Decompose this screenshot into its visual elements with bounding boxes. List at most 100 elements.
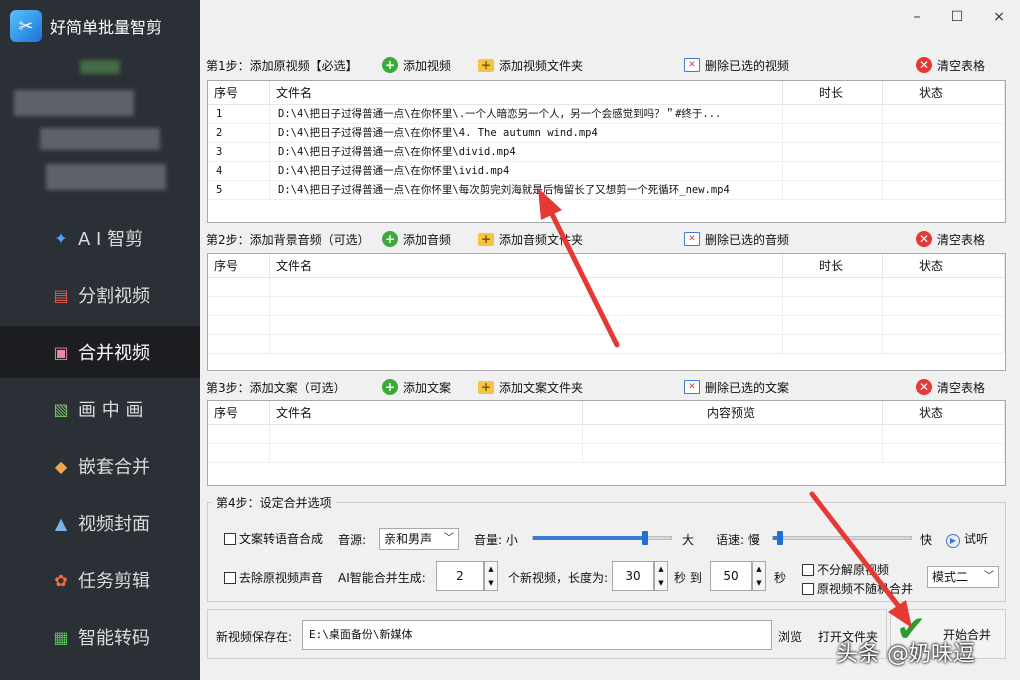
sidebar-item-label: 合并视频 <box>78 343 150 364</box>
delete-selected-video-button[interactable]: ✕ 删除已选的视频 <box>680 54 793 76</box>
table-row[interactable]: 4 D:\4\把日子过得普通一点\在你怀里\ivid.mp4 <box>208 161 1005 181</box>
sidebar-item-merge-video[interactable]: ▣ 合并视频 <box>0 326 200 378</box>
plus-icon: + <box>382 379 398 395</box>
add-video-button[interactable]: + 添加视频 <box>378 54 455 76</box>
table-row <box>208 315 1005 335</box>
sidebar-item-split-video[interactable]: ▤ 分割视频 <box>0 269 200 321</box>
delete-selected-copy-button[interactable]: ✕ 删除已选的文案 <box>680 376 793 398</box>
no-random-label: 原视频不随机合并 <box>817 582 914 596</box>
browse-button[interactable]: 浏览 <box>778 628 802 645</box>
volume-slider[interactable] <box>532 531 672 545</box>
sidebar-item-ai-cut[interactable]: ✦ A I 智剪 <box>0 212 200 264</box>
row-filename: D:\4\把日子过得普通一点\在你怀里\ivid.mp4 <box>270 161 783 181</box>
row-duration <box>783 142 883 162</box>
length-min-stepper[interactable]: ▲ ▼ <box>654 561 668 591</box>
sidebar-item-picture-in-picture[interactable]: ▧ 画 中 画 <box>0 383 200 435</box>
add-audio-button[interactable]: + 添加音频 <box>378 228 455 250</box>
row-filename: D:\4\把日子过得普通一点\在你怀里\每次剪完刘海就是后悔留长了又想剪一个死循… <box>270 180 783 200</box>
add-audio-folder-button[interactable]: + 添加音频文件夹 <box>474 228 587 250</box>
blurred-user-area <box>46 164 166 190</box>
tts-checkbox[interactable]: 文案转语音合成 <box>224 530 323 547</box>
nested-merge-icon: ◆ <box>54 456 68 476</box>
clear-icon: ✕ <box>916 231 932 247</box>
row-status <box>883 123 1005 143</box>
table-row <box>208 296 1005 316</box>
table-row[interactable]: 2 D:\4\把日子过得普通一点\在你怀里\4. The autumn wind.… <box>208 123 1005 143</box>
row-no: 4 <box>208 161 270 181</box>
add-copy-folder-button[interactable]: + 添加文案文件夹 <box>474 376 587 398</box>
speed-max-label: 快 <box>920 533 933 547</box>
col-header-status: 状态 <box>883 254 1005 278</box>
up-arrow-icon: ▲ <box>658 565 664 573</box>
slider-thumb[interactable] <box>642 531 648 545</box>
voice-select[interactable]: 亲和男声 ﹀ <box>379 528 459 550</box>
row-filename: D:\4\把日子过得普通一点\在你怀里\4. The autumn wind.m… <box>270 123 783 143</box>
no-random-checkbox[interactable]: 原视频不随机合并 <box>802 580 913 597</box>
ai-gen-label: AI智能合并生成: <box>338 571 426 585</box>
table-row[interactable]: 3 D:\4\把日子过得普通一点\在你怀里\divid.mp4 <box>208 142 1005 162</box>
delete-window-icon: ✕ <box>684 380 700 394</box>
checkbox-box <box>802 564 814 576</box>
length-max-stepper[interactable]: ▲ ▼ <box>752 561 766 591</box>
folder-add-icon: + <box>478 380 494 394</box>
chevron-down-icon: ﹀ <box>444 533 454 544</box>
folder-add-icon: + <box>478 58 494 72</box>
step2-label: 第2步：添加背景音频（可选） <box>206 232 370 247</box>
add-copy-button[interactable]: + 添加文案 <box>378 376 455 398</box>
add-audio-label: 添加音频 <box>403 232 452 247</box>
split-video-icon: ▤ <box>53 285 69 305</box>
row-status <box>883 104 1005 124</box>
new-video-label: 个新视频，长度为: <box>508 571 609 585</box>
clear-table-label: 清空表格 <box>937 58 986 73</box>
add-video-folder-button[interactable]: + 添加视频文件夹 <box>474 54 587 76</box>
length-max-input[interactable]: 50 <box>710 561 752 591</box>
table-row[interactable]: 1 D:\4\把日子过得普通一点\在你怀里\.一个人暗恋另一个人，另一个会感觉到吗… <box>208 104 1005 124</box>
blurred-user-area <box>40 128 160 150</box>
voice-value: 亲和男声 <box>384 532 433 546</box>
step3-toolbar: 第3步：添加文案（可选） <box>206 375 1006 399</box>
sidebar-item-label: 视频封面 <box>78 514 150 535</box>
maximize-button[interactable]: ☐ <box>946 6 968 28</box>
no-decompose-checkbox[interactable]: 不分解原视频 <box>802 561 889 578</box>
clear-table-label: 清空表格 <box>937 232 986 247</box>
mode-select[interactable]: 模式二 ﹀ <box>927 566 999 588</box>
col-header-preview: 内容预览 <box>583 401 883 425</box>
ai-gen-stepper[interactable]: ▲ ▼ <box>484 561 498 591</box>
delete-window-icon: ✕ <box>684 232 700 246</box>
tts-label: 文案转语音合成 <box>239 532 324 546</box>
clear-table-button-2[interactable]: ✕ 清空表格 <box>912 228 989 250</box>
copy-table: 序号 文件名 内容预览 状态 <box>207 400 1006 486</box>
voice-label: 音源: <box>338 533 367 547</box>
watermark: 头条 @奶味逗 <box>836 642 975 667</box>
sidebar-item-video-cover[interactable]: ▲ 视频封面 <box>0 497 200 549</box>
row-duration <box>783 123 883 143</box>
clear-table-button-3[interactable]: ✕ 清空表格 <box>912 376 989 398</box>
video-table: 序号 文件名 时长 状态 1 D:\4\把日子过得普通一点\在你怀里\.一个人暗恋… <box>207 80 1006 223</box>
table-header: 序号 文件名 时长 状态 <box>208 81 1005 105</box>
clear-table-button-1[interactable]: ✕ 清空表格 <box>912 54 989 76</box>
save-path-input[interactable]: E:\桌面备份\新媒体 <box>302 620 772 650</box>
row-no: 1 <box>208 104 270 124</box>
minimize-button[interactable]: – <box>906 6 928 28</box>
delete-selected-audio-label: 删除已选的音频 <box>705 232 790 247</box>
sidebar-item-nested-merge[interactable]: ◆ 嵌套合并 <box>0 440 200 492</box>
volume-label: 音量: 小 <box>474 533 518 547</box>
sidebar-item-smart-transcode[interactable]: ▦ 智能转码 <box>0 611 200 663</box>
sidebar-item-task-edit[interactable]: ✿ 任务剪辑 <box>0 554 200 606</box>
speed-slider[interactable] <box>772 531 912 545</box>
step1-label: 第1步：添加原视频【必选】 <box>206 58 358 73</box>
merge-video-icon: ▣ <box>53 342 69 362</box>
row-duration <box>783 104 883 124</box>
table-row[interactable]: 5 D:\4\把日子过得普通一点\在你怀里\每次剪完刘海就是后悔留长了又想剪一个死… <box>208 180 1005 200</box>
close-button[interactable]: × <box>988 6 1010 28</box>
try-listen-button[interactable]: ▶ 试听 <box>946 530 988 548</box>
play-icon: ▶ <box>946 534 960 548</box>
remove-audio-checkbox[interactable]: 去除原视频声音 <box>224 569 323 586</box>
slider-thumb[interactable] <box>777 531 783 545</box>
delete-selected-audio-button[interactable]: ✕ 删除已选的音频 <box>680 228 793 250</box>
ai-gen-count-input[interactable]: 2 <box>436 561 484 591</box>
length-min-input[interactable]: 30 <box>612 561 654 591</box>
sec-to-label: 秒 到 <box>674 571 702 585</box>
sidebar-item-label: 智能转码 <box>78 628 150 649</box>
table-row <box>208 443 1005 463</box>
